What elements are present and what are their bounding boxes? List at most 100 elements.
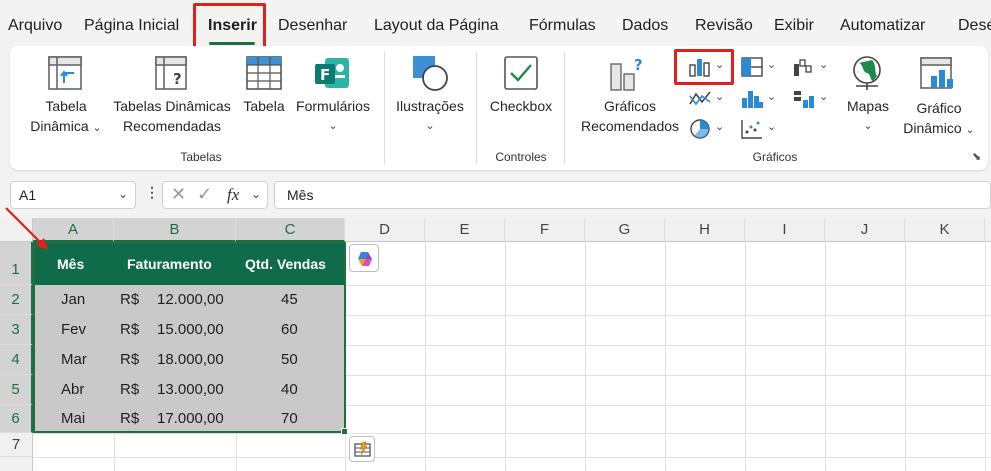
- checkbox-icon: [504, 56, 538, 90]
- histogram-icon: [742, 91, 763, 108]
- column-header-c[interactable]: C: [236, 218, 345, 242]
- chevron-down-icon[interactable]: ⌄: [251, 187, 261, 201]
- tab-arquivo[interactable]: Arquivo: [8, 17, 62, 35]
- tab-desenhar[interactable]: Desenhar: [278, 17, 347, 35]
- combo-chart-button[interactable]: ⌄: [792, 88, 832, 110]
- pivot-table-label-1: Tabela: [45, 98, 87, 114]
- chevron-down-icon: ⌄: [715, 91, 725, 103]
- chevron-down-icon[interactable]: ⌄: [118, 187, 128, 201]
- line-chart-button[interactable]: ⌄: [688, 88, 728, 110]
- column-header-f[interactable]: F: [505, 218, 585, 242]
- pie-chart-icon: [690, 119, 710, 139]
- group-label-tabelas: Tabelas: [180, 150, 222, 164]
- svg-text:?: ?: [173, 70, 182, 88]
- chevron-down-icon: ⌄: [328, 120, 338, 132]
- row-header-8[interactable]: [0, 457, 33, 471]
- formula-tools: ✕ ✓ fx ⌄: [162, 181, 268, 209]
- pivot-table-label-2: Dinâmica: [30, 118, 89, 134]
- gridline: [665, 242, 666, 471]
- cancel-icon[interactable]: ✕: [171, 184, 186, 205]
- copilot-icon: [358, 252, 372, 266]
- tab-dados[interactable]: Dados: [622, 17, 668, 35]
- gridline: [745, 242, 746, 471]
- gridline: [905, 242, 906, 471]
- globe-icon: [853, 56, 881, 90]
- waterfall-chart-icon: [794, 59, 812, 76]
- row-header-6[interactable]: 6: [0, 405, 33, 433]
- row-header-3[interactable]: 3: [0, 315, 33, 345]
- column-header-l[interactable]: [985, 218, 991, 242]
- tab-desenvolvedor[interactable]: Dese: [958, 17, 991, 35]
- tab-formulas[interactable]: Fórmulas: [529, 17, 596, 35]
- fill-handle[interactable]: [341, 428, 348, 435]
- gridline: [585, 242, 586, 471]
- chevron-down-icon: ⌄: [767, 91, 777, 103]
- statistic-chart-button[interactable]: ⌄: [740, 88, 780, 110]
- quick-analysis-icon: [354, 441, 371, 457]
- row-header-2[interactable]: 2: [0, 285, 33, 315]
- recommended-pivot-label-2: Recomendadas: [122, 118, 222, 134]
- forms-icon: F: [315, 58, 349, 88]
- recommended-charts-label-2: Recomendados: [580, 118, 680, 134]
- recommended-pivot-label-1: Tabelas Dinâmicas: [113, 98, 231, 114]
- recommended-pivot-icon: ?: [155, 56, 187, 90]
- gridline: [825, 242, 826, 471]
- recommended-charts-icon: ?: [610, 56, 643, 91]
- column-header-e[interactable]: E: [425, 218, 505, 242]
- row-header-5[interactable]: 5: [0, 375, 33, 405]
- tab-revisao[interactable]: Revisão: [695, 17, 753, 35]
- chevron-down-icon: ⌄: [819, 59, 829, 71]
- group-separator: [384, 52, 385, 164]
- table-label: Tabela: [243, 98, 285, 114]
- chevron-down-icon: ⌄: [863, 120, 873, 132]
- chevron-down-icon: ⌄: [92, 122, 102, 134]
- chevron-down-icon: ⌄: [965, 124, 975, 136]
- column-header-h[interactable]: H: [665, 218, 745, 242]
- column-header-d[interactable]: D: [345, 218, 425, 242]
- group-separator: [476, 52, 477, 164]
- row-header-7[interactable]: 7: [0, 433, 33, 457]
- enter-icon[interactable]: ✓: [197, 184, 212, 205]
- gridline: [425, 242, 426, 471]
- red-arrow-annotation: [5, 207, 48, 250]
- tab-automatizar[interactable]: Automatizar: [840, 17, 925, 35]
- tab-pagina-inicial[interactable]: Página Inicial: [84, 17, 179, 35]
- gridline: [114, 433, 115, 471]
- illustrations-label: Ilustrações: [396, 98, 464, 114]
- pivot-chart-label-row: Dinâmico ⌄: [894, 118, 984, 140]
- gridline: [33, 457, 991, 458]
- quick-analysis-button[interactable]: [349, 436, 375, 462]
- formula-bar[interactable]: Mês: [274, 181, 991, 209]
- gridline: [985, 242, 986, 471]
- insert-function-icon[interactable]: fx: [227, 185, 239, 205]
- ribbon: Tabela Dinâmica ⌄ ? Tabelas Dinâmicas Re…: [10, 46, 988, 170]
- tab-exibir[interactable]: Exibir: [774, 17, 814, 35]
- copilot-button[interactable]: [349, 244, 379, 272]
- more-options-icon[interactable]: ⋮: [145, 184, 159, 201]
- group-label-controles: Controles: [495, 150, 547, 164]
- chevron-down-icon: ⌄: [425, 120, 435, 132]
- pie-chart-button[interactable]: ⌄: [688, 118, 728, 140]
- scatter-chart-button[interactable]: ⌄: [740, 118, 780, 140]
- hierarchy-chart-button[interactable]: ⌄: [740, 56, 780, 78]
- pivot-chart-label-1: Gráfico: [916, 100, 962, 116]
- gridline: [505, 242, 506, 471]
- chevron-down-icon: ⌄: [715, 121, 725, 133]
- illustrations-icon: [413, 56, 448, 91]
- pivot-table-icon: [48, 56, 82, 90]
- row-header-4[interactable]: 4: [0, 345, 33, 375]
- column-header-j[interactable]: J: [825, 218, 905, 242]
- formula-content: Mês: [287, 187, 314, 203]
- column-header-g[interactable]: G: [585, 218, 665, 242]
- group-separator: [564, 52, 565, 164]
- column-header-i[interactable]: I: [745, 218, 825, 242]
- forms-label: Formulários: [296, 98, 370, 114]
- tab-layout-da-pagina[interactable]: Layout da Página: [374, 17, 499, 35]
- waterfall-chart-button[interactable]: ⌄: [792, 56, 832, 78]
- dialog-launcher-icon[interactable]: ⬊: [972, 150, 981, 163]
- column-header-b[interactable]: B: [114, 218, 236, 242]
- column-header-k[interactable]: K: [905, 218, 985, 242]
- gridline: [345, 433, 346, 471]
- pivot-chart-icon: [920, 57, 953, 89]
- svg-text:F: F: [320, 66, 330, 84]
